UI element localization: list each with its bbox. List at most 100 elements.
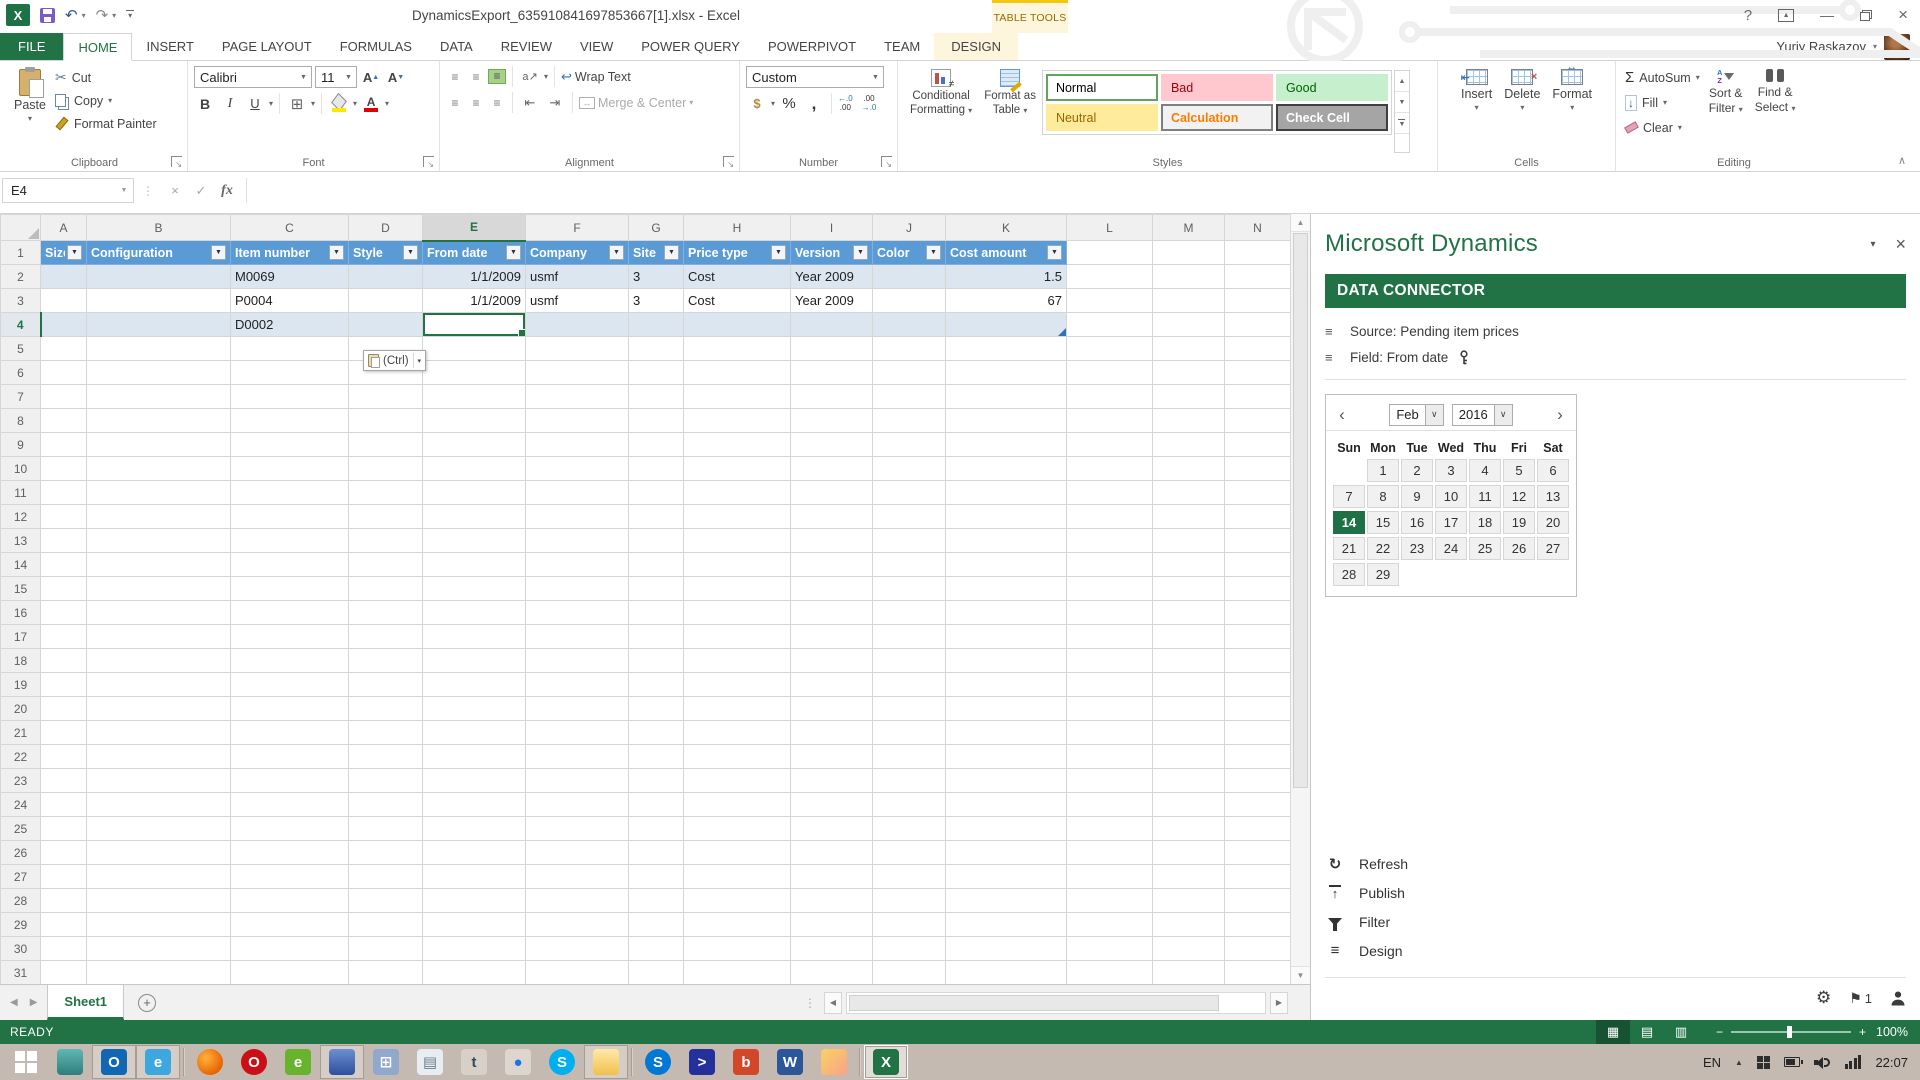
- cell-A4[interactable]: [41, 313, 87, 337]
- cell-B8[interactable]: [87, 409, 231, 433]
- cell-B27[interactable]: [87, 865, 231, 889]
- filter-button[interactable]: Filter: [1325, 907, 1906, 936]
- cell-E27[interactable]: [423, 865, 526, 889]
- calendar-next-icon[interactable]: ›: [1552, 405, 1568, 425]
- cell-C20[interactable]: [231, 697, 349, 721]
- cell-K18[interactable]: [946, 649, 1067, 673]
- cell-F22[interactable]: [526, 745, 629, 769]
- cell-D10[interactable]: [349, 457, 423, 481]
- evernote-icon[interactable]: e: [276, 1045, 320, 1079]
- contacts-icon[interactable]: ●: [496, 1045, 540, 1079]
- cell-K3[interactable]: 67: [946, 289, 1067, 313]
- cell-N6[interactable]: [1225, 361, 1291, 385]
- cell-L7[interactable]: [1067, 385, 1153, 409]
- cell-K27[interactable]: [946, 865, 1067, 889]
- cell-F4[interactable]: [526, 313, 629, 337]
- font-dialog-launcher-icon[interactable]: [423, 156, 434, 167]
- sheet-next-icon[interactable]: ▶: [30, 997, 38, 1008]
- row-header-21[interactable]: 21: [1, 721, 41, 745]
- cell-J19[interactable]: [873, 673, 946, 697]
- word-icon[interactable]: W: [768, 1045, 812, 1079]
- cell-H13[interactable]: [684, 529, 791, 553]
- cell-C29[interactable]: [231, 913, 349, 937]
- cell-A9[interactable]: [41, 433, 87, 457]
- font-name-select[interactable]: Calibri ▼: [194, 66, 312, 88]
- row-header-25[interactable]: 25: [1, 817, 41, 841]
- cell-A3[interactable]: [41, 289, 87, 313]
- row-header-20[interactable]: 20: [1, 697, 41, 721]
- vertical-scroll-thumb[interactable]: [1293, 233, 1308, 788]
- cell-C12[interactable]: [231, 505, 349, 529]
- cell-B31[interactable]: [87, 961, 231, 985]
- cell-I1[interactable]: Version▼: [791, 241, 873, 265]
- cell-B29[interactable]: [87, 913, 231, 937]
- row-header-22[interactable]: 22: [1, 745, 41, 769]
- design-button[interactable]: ≡Design: [1325, 936, 1906, 965]
- cell-I27[interactable]: [791, 865, 873, 889]
- cell-A25[interactable]: [41, 817, 87, 841]
- cell-A16[interactable]: [41, 601, 87, 625]
- format-painter-button[interactable]: Format Painter: [52, 112, 160, 135]
- fill-button[interactable]: ↓ Fill ▾: [1622, 91, 1703, 114]
- cell-B7[interactable]: [87, 385, 231, 409]
- row-header-10[interactable]: 10: [1, 457, 41, 481]
- filter-button-version[interactable]: ▼: [853, 245, 868, 260]
- cell-C6[interactable]: [231, 361, 349, 385]
- sheet-tab-sheet1[interactable]: Sheet1: [47, 985, 124, 1020]
- calendar-day-22[interactable]: 22: [1367, 537, 1399, 560]
- cell-B26[interactable]: [87, 841, 231, 865]
- cell-A31[interactable]: [41, 961, 87, 985]
- calendar-day-29[interactable]: 29: [1367, 563, 1399, 586]
- cell-I13[interactable]: [791, 529, 873, 553]
- cell-H31[interactable]: [684, 961, 791, 985]
- cell-G24[interactable]: [629, 793, 684, 817]
- cell-N3[interactable]: [1225, 289, 1291, 313]
- grow-font-button[interactable]: A▲: [360, 67, 382, 88]
- cell-N24[interactable]: [1225, 793, 1291, 817]
- account-dropdown-icon[interactable]: ▾: [1873, 42, 1877, 51]
- filter-button-site[interactable]: ▼: [664, 245, 679, 260]
- cell-H8[interactable]: [684, 409, 791, 433]
- cell-L27[interactable]: [1067, 865, 1153, 889]
- cell-H29[interactable]: [684, 913, 791, 937]
- internet-explorer-icon[interactable]: e: [136, 1045, 180, 1079]
- row-header-30[interactable]: 30: [1, 937, 41, 961]
- calendar-day-13[interactable]: 13: [1537, 485, 1569, 508]
- cell-E19[interactable]: [423, 673, 526, 697]
- cell-F6[interactable]: [526, 361, 629, 385]
- cell-D15[interactable]: [349, 577, 423, 601]
- cell-G3[interactable]: 3: [629, 289, 684, 313]
- format-cells-button[interactable]: ↔ Format ▾: [1546, 66, 1598, 153]
- hscroll-right-icon[interactable]: ▶: [1270, 992, 1288, 1014]
- increase-indent-button[interactable]: ⇥: [544, 92, 566, 113]
- cell-H3[interactable]: Cost: [684, 289, 791, 313]
- cell-M17[interactable]: [1153, 625, 1225, 649]
- cell-K4[interactable]: [946, 313, 1067, 337]
- alignment-dialog-launcher-icon[interactable]: [723, 156, 734, 167]
- column-header-M[interactable]: M: [1153, 215, 1225, 241]
- ribbon-display-options-icon[interactable]: ▲: [1778, 9, 1794, 22]
- cell-N16[interactable]: [1225, 601, 1291, 625]
- cell-N20[interactable]: [1225, 697, 1291, 721]
- cell-L18[interactable]: [1067, 649, 1153, 673]
- cell-C18[interactable]: [231, 649, 349, 673]
- chevron-down-icon[interactable]: ∨: [1425, 405, 1443, 425]
- calendar-day-7[interactable]: 7: [1333, 485, 1365, 508]
- buildings-icon[interactable]: [48, 1045, 92, 1079]
- cell-L30[interactable]: [1067, 937, 1153, 961]
- cell-G10[interactable]: [629, 457, 684, 481]
- cell-G15[interactable]: [629, 577, 684, 601]
- row-header-3[interactable]: 3: [1, 289, 41, 313]
- cell-M8[interactable]: [1153, 409, 1225, 433]
- publish-button[interactable]: ↑Publish: [1325, 878, 1906, 907]
- cell-I12[interactable]: [791, 505, 873, 529]
- cell-I8[interactable]: [791, 409, 873, 433]
- cell-H20[interactable]: [684, 697, 791, 721]
- tab-page-layout[interactable]: PAGE LAYOUT: [208, 33, 326, 60]
- cell-G25[interactable]: [629, 817, 684, 841]
- power-icon[interactable]: [1784, 1057, 1800, 1067]
- tab-formulas[interactable]: FORMULAS: [326, 33, 426, 60]
- cell-E11[interactable]: [423, 481, 526, 505]
- calendar-day-17[interactable]: 17: [1435, 511, 1467, 534]
- cell-L13[interactable]: [1067, 529, 1153, 553]
